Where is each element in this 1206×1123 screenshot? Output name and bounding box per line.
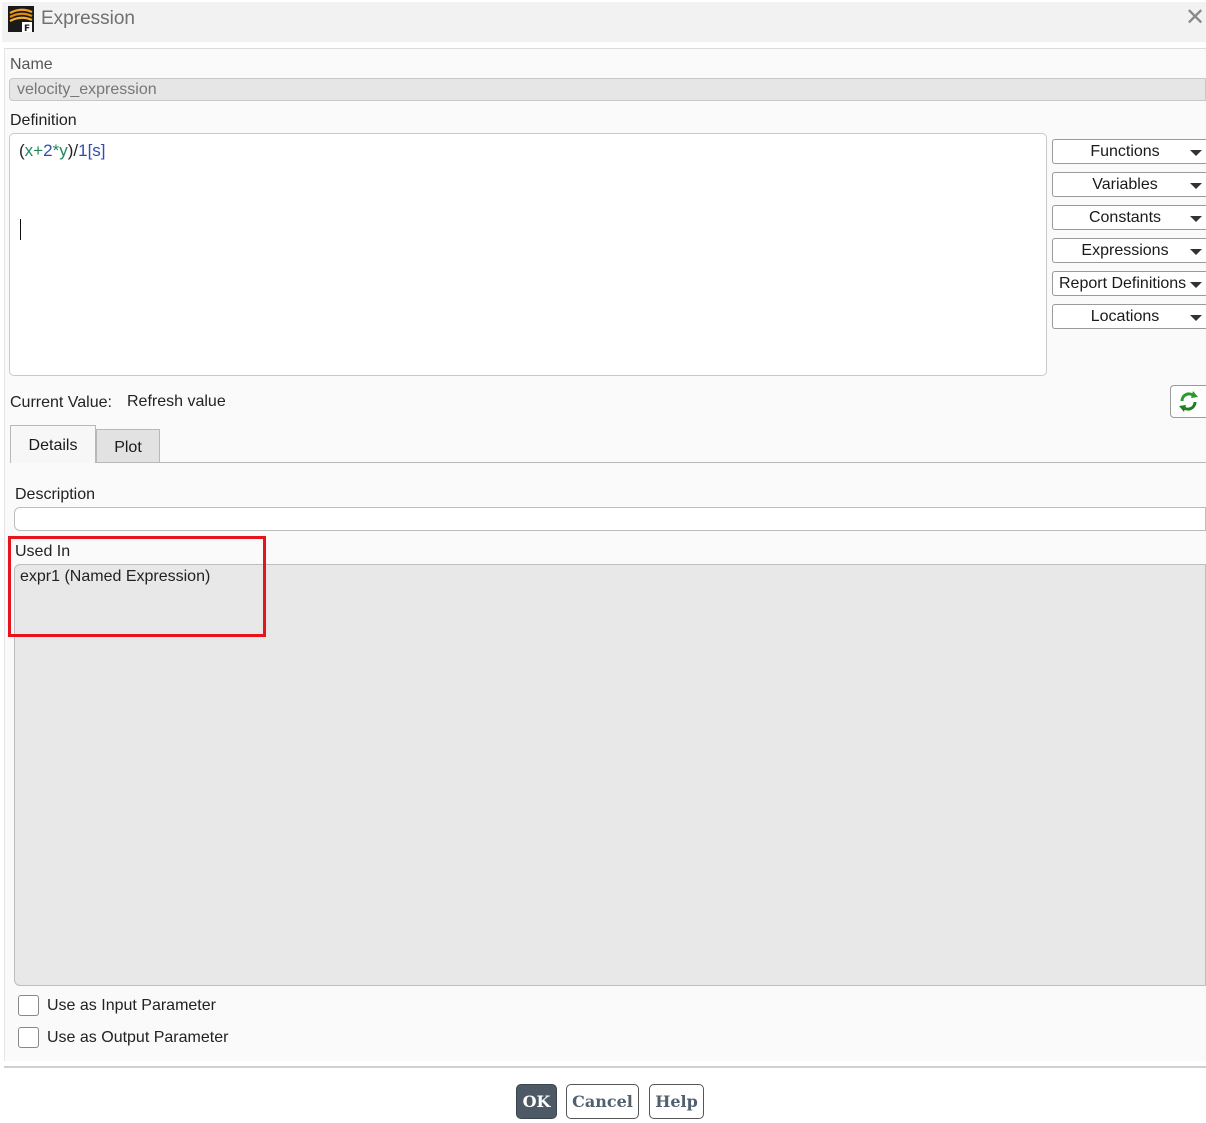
close-icon[interactable]: ✕ — [1182, 4, 1206, 32]
title-bar — [2, 2, 1206, 42]
description-label: Description — [15, 486, 96, 503]
description-field[interactable] — [14, 507, 1206, 531]
variables-dropdown[interactable]: Variables — [1052, 172, 1206, 197]
chevron-down-icon — [1190, 183, 1202, 189]
chevron-down-icon — [1190, 282, 1202, 288]
refresh-button[interactable] — [1170, 385, 1206, 418]
output-parameter-label: Use as Output Parameter — [47, 1029, 229, 1046]
svg-text:F: F — [24, 24, 30, 32]
definition-token: [s] — [87, 141, 106, 160]
functions-dropdown[interactable]: Functions — [1052, 139, 1206, 164]
tab-plot[interactable]: Plot — [96, 429, 160, 462]
variables-label: Variables — [1092, 176, 1158, 193]
input-parameter-checkbox[interactable] — [18, 995, 39, 1016]
chevron-down-icon — [1190, 216, 1202, 222]
name-label: Name — [10, 56, 53, 73]
report-definitions-label: Report Definitions — [1059, 275, 1187, 292]
locations-label: Locations — [1090, 308, 1160, 325]
definition-editor[interactable] — [9, 133, 1047, 376]
functions-label: Functions — [1090, 143, 1160, 160]
locations-dropdown[interactable]: Locations — [1052, 304, 1206, 329]
report-definitions-dropdown[interactable]: Report Definitions — [1052, 271, 1206, 296]
output-parameter-checkbox[interactable] — [18, 1027, 39, 1048]
constants-dropdown[interactable]: Constants — [1052, 205, 1206, 230]
definition-token: )/ — [67, 141, 79, 160]
definition-token: y — [59, 141, 68, 160]
chevron-down-icon — [1190, 249, 1202, 255]
current-value-text: Refresh value — [127, 393, 226, 410]
expressions-label: Expressions — [1081, 242, 1169, 259]
fluent-logo-icon: F — [8, 6, 34, 34]
highlight-box — [8, 536, 266, 637]
cancel-button[interactable]: Cancel — [566, 1084, 639, 1119]
window-title: Expression — [41, 8, 135, 29]
ok-button[interactable]: OK — [516, 1084, 557, 1119]
tab-divider — [10, 462, 1206, 463]
definition-text[interactable]: (x+2*y)/1[s] — [19, 141, 106, 161]
chevron-down-icon — [1190, 315, 1202, 321]
definition-token: 2 — [43, 141, 53, 160]
definition-token: 1 — [78, 141, 88, 160]
help-button[interactable]: Help — [649, 1084, 704, 1119]
tab-details[interactable]: Details — [10, 425, 96, 463]
footer-divider — [4, 1066, 1206, 1068]
text-caret — [20, 219, 21, 240]
chevron-down-icon — [1190, 150, 1202, 156]
refresh-icon — [1179, 391, 1198, 412]
definition-token: x — [24, 141, 34, 160]
name-field[interactable]: velocity_expression — [9, 78, 1206, 101]
definition-label: Definition — [10, 112, 77, 129]
input-parameter-label: Use as Input Parameter — [47, 997, 216, 1014]
definition-token: + — [33, 141, 44, 160]
current-value-label: Current Value: — [10, 394, 112, 411]
expressions-dropdown[interactable]: Expressions — [1052, 238, 1206, 263]
constants-label: Constants — [1088, 209, 1162, 226]
